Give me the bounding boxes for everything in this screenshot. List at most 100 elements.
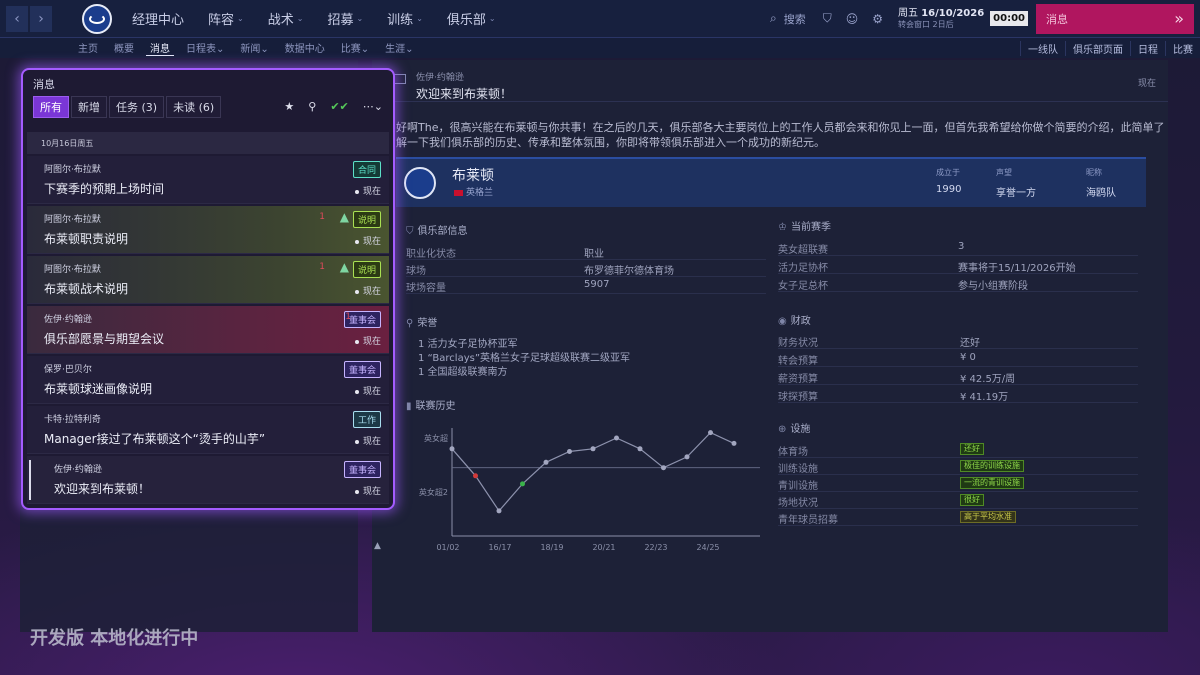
x-tick-label: 20/21 xyxy=(592,543,615,552)
facilities-row: 青年球员招募 高于平均水准 xyxy=(778,511,1138,526)
facilities-divider xyxy=(778,525,1138,526)
sub-nav-item-2[interactable]: 消息 xyxy=(146,40,174,56)
message-subject: 布莱顿战术说明 xyxy=(44,282,129,296)
facilities-value: 高于平均水准 xyxy=(960,511,1016,523)
unread-dot-icon xyxy=(354,189,359,194)
main-nav-item-2[interactable]: 战术 ⌄ xyxy=(256,9,316,28)
chevron-down-icon: ⌄ xyxy=(216,44,225,55)
search-icon[interactable]: ⚲ xyxy=(308,100,316,113)
game-time: 00:00 xyxy=(990,11,1028,26)
current-season-title-text: 当前赛季 xyxy=(790,222,831,233)
facilities-title-text: 设施 xyxy=(790,424,811,435)
clubinfo-divider xyxy=(406,293,766,294)
filter-tab-0[interactable]: 所有 xyxy=(33,96,69,118)
shield-icon[interactable]: ⛉ xyxy=(823,11,832,26)
sub-nav-item-0[interactable]: 主页 xyxy=(74,40,102,56)
message-time: 现在 xyxy=(1137,79,1156,89)
sub-nav-item-7[interactable]: 生涯⌄ xyxy=(381,40,417,56)
nickname-field: 昵称 海鸥队 xyxy=(1086,167,1116,199)
main-nav-item-0[interactable]: 经理中心 xyxy=(120,9,196,28)
england-flag-icon xyxy=(454,189,463,196)
club-card[interactable]: 布莱顿 英格兰 成立于 1990 声望 享誉一方 昵称 海鸥队 xyxy=(396,157,1146,207)
season-divider xyxy=(778,273,1138,274)
message-tag: 说明 xyxy=(352,261,381,278)
finance-divider xyxy=(778,384,1138,385)
inbox-tools: ★ ⚲ ✔✔ ⋯⌄ xyxy=(270,100,383,113)
top-bar: ‹ › 经理中心 阵容 ⌄ 战术 ⌄ 招募 ⌄ 训练 ⌄ 俱乐部 ⌄ ⌕ 搜索 ⛉ ☺ ⚙ 周五 1… xyxy=(0,0,1200,38)
message-row[interactable]: 保罗·巴贝尔 布莱顿球迷画像说明 董事会 现在 xyxy=(27,356,389,404)
task-count-badge: 1 xyxy=(319,212,325,222)
sub-nav-item-6[interactable]: 比赛⌄ xyxy=(337,40,373,56)
forward-button[interactable]: › xyxy=(30,5,52,32)
main-nav-item-5[interactable]: 俱乐部 ⌄ xyxy=(435,9,508,28)
back-button[interactable]: ‹ xyxy=(6,5,28,32)
message-row[interactable]: 卡特·拉特利奇 Manager接过了布莱顿这个“烫手的山芋” 工作 现在 xyxy=(27,406,389,454)
main-nav-item-4[interactable]: 训练 ⌄ xyxy=(375,9,435,28)
message-subject: 布莱顿球迷画像说明 xyxy=(44,382,153,396)
person-icon[interactable]: ☺ xyxy=(846,12,859,26)
message-row[interactable]: 阿图尔·布拉默 布莱顿职责说明 说明 1 ▲ 现在 xyxy=(27,206,389,254)
sub-nav-item-1[interactable]: 概要 xyxy=(110,40,138,56)
filter-tab-2[interactable]: 任务 (3) xyxy=(109,96,165,118)
sub-nav-item-4[interactable]: 新闻⌄ xyxy=(236,40,272,56)
filter-tab-3[interactable]: 未读 (6) xyxy=(166,96,222,118)
league-history-chart[interactable]: 英女超英女超2 01/02 16/17 18/19 20/21 22/23 24/25 xyxy=(396,416,768,570)
chevron-down-icon: ⌄ xyxy=(416,14,423,23)
star-icon[interactable]: ★ xyxy=(284,100,294,113)
main-nav-item-3[interactable]: 招募 ⌄ xyxy=(315,9,375,28)
history-point xyxy=(473,473,478,479)
unread-dot-icon xyxy=(354,389,359,394)
history-point xyxy=(637,446,643,452)
club-crest[interactable] xyxy=(82,3,112,34)
sub-nav-label: 主页 xyxy=(78,44,98,55)
weekday: 周五 xyxy=(898,7,918,19)
facilities-row: 场地状况 很好 xyxy=(778,494,1138,509)
sub-nav-right-1[interactable]: 俱乐部页面 xyxy=(1065,40,1130,56)
search-label[interactable]: 搜索 xyxy=(784,11,806,27)
main-nav-item-1[interactable]: 阵容 ⌄ xyxy=(196,9,256,28)
sub-nav-right-0[interactable]: 一线队 xyxy=(1020,40,1065,56)
graduation-cap-icon: ▲ xyxy=(339,210,349,224)
season-value: 赛事将于15/11/2026开始 xyxy=(958,263,1076,274)
game-date[interactable]: 周五 16/10/2026 转会窗口 2日后 xyxy=(898,8,984,30)
sub-nav-right-2[interactable]: 日程 xyxy=(1130,40,1165,56)
facilities-divider xyxy=(778,491,1138,492)
finance-value: 还好 xyxy=(960,338,980,349)
message-subject: 欢迎来到布莱顿！ xyxy=(416,87,513,101)
mark-read-icon[interactable]: ✔✔ xyxy=(330,100,348,113)
more-options-icon[interactable]: ⋯⌄ xyxy=(363,100,383,113)
sub-nav-right-3[interactable]: 比赛 xyxy=(1165,40,1200,56)
mouse-cursor-icon: ▲ xyxy=(374,541,381,551)
message-row[interactable]: 佐伊·约翰逊 欢迎来到布莱顿！ 董事会 现在 xyxy=(27,456,389,504)
search-icon[interactable]: ⌕ xyxy=(770,11,777,26)
history-point xyxy=(731,440,737,446)
gear-icon[interactable]: ⚙ xyxy=(872,12,883,26)
history-point xyxy=(590,446,596,452)
sub-nav-item-3[interactable]: 日程表⌄ xyxy=(182,40,228,56)
message-row[interactable]: 阿图尔·布拉默 下赛季的预期上场时间 合同 现在 xyxy=(27,156,389,204)
finance-divider xyxy=(778,348,1138,349)
continue-button[interactable]: 消息 » xyxy=(1036,3,1194,34)
founded-field: 成立于 1990 xyxy=(936,167,961,195)
main-nav-label: 阵容 xyxy=(208,13,235,28)
sub-nav-label: 新闻 xyxy=(240,44,261,55)
chevron-down-icon: ⌄ xyxy=(405,44,414,55)
history-point xyxy=(614,435,619,441)
shield-icon: ⛉ xyxy=(406,226,414,237)
facilities-value: 很好 xyxy=(960,494,984,506)
finance-value: ¥ 41.19万 xyxy=(960,392,1009,403)
facilities-value: 一流的青训设施 xyxy=(960,477,1024,489)
message-row[interactable]: 佐伊·约翰逊 俱乐部愿景与期望会议 董事会 1 现在 xyxy=(27,306,389,354)
honour-row: 1 活力女子足协杯亚军 xyxy=(418,339,518,350)
message-time: 现在 xyxy=(354,484,381,497)
history-point xyxy=(520,481,525,487)
message-row[interactable]: 阿图尔·布拉默 布莱顿战术说明 说明 1 ▲ 现在 xyxy=(27,256,389,304)
message-time: 现在 xyxy=(354,234,381,247)
filter-tab-1[interactable]: 新增 xyxy=(71,96,107,118)
sub-nav-item-5[interactable]: 数据中心 xyxy=(281,40,329,56)
clubinfo-value: 职业 xyxy=(584,249,604,260)
main-nav-label: 经理中心 xyxy=(132,13,185,28)
clubinfo-value: 布罗德菲尔德体育场 xyxy=(584,266,674,277)
main-nav-label: 俱乐部 xyxy=(446,13,486,28)
honours-title-text: 荣誉 xyxy=(417,318,438,329)
